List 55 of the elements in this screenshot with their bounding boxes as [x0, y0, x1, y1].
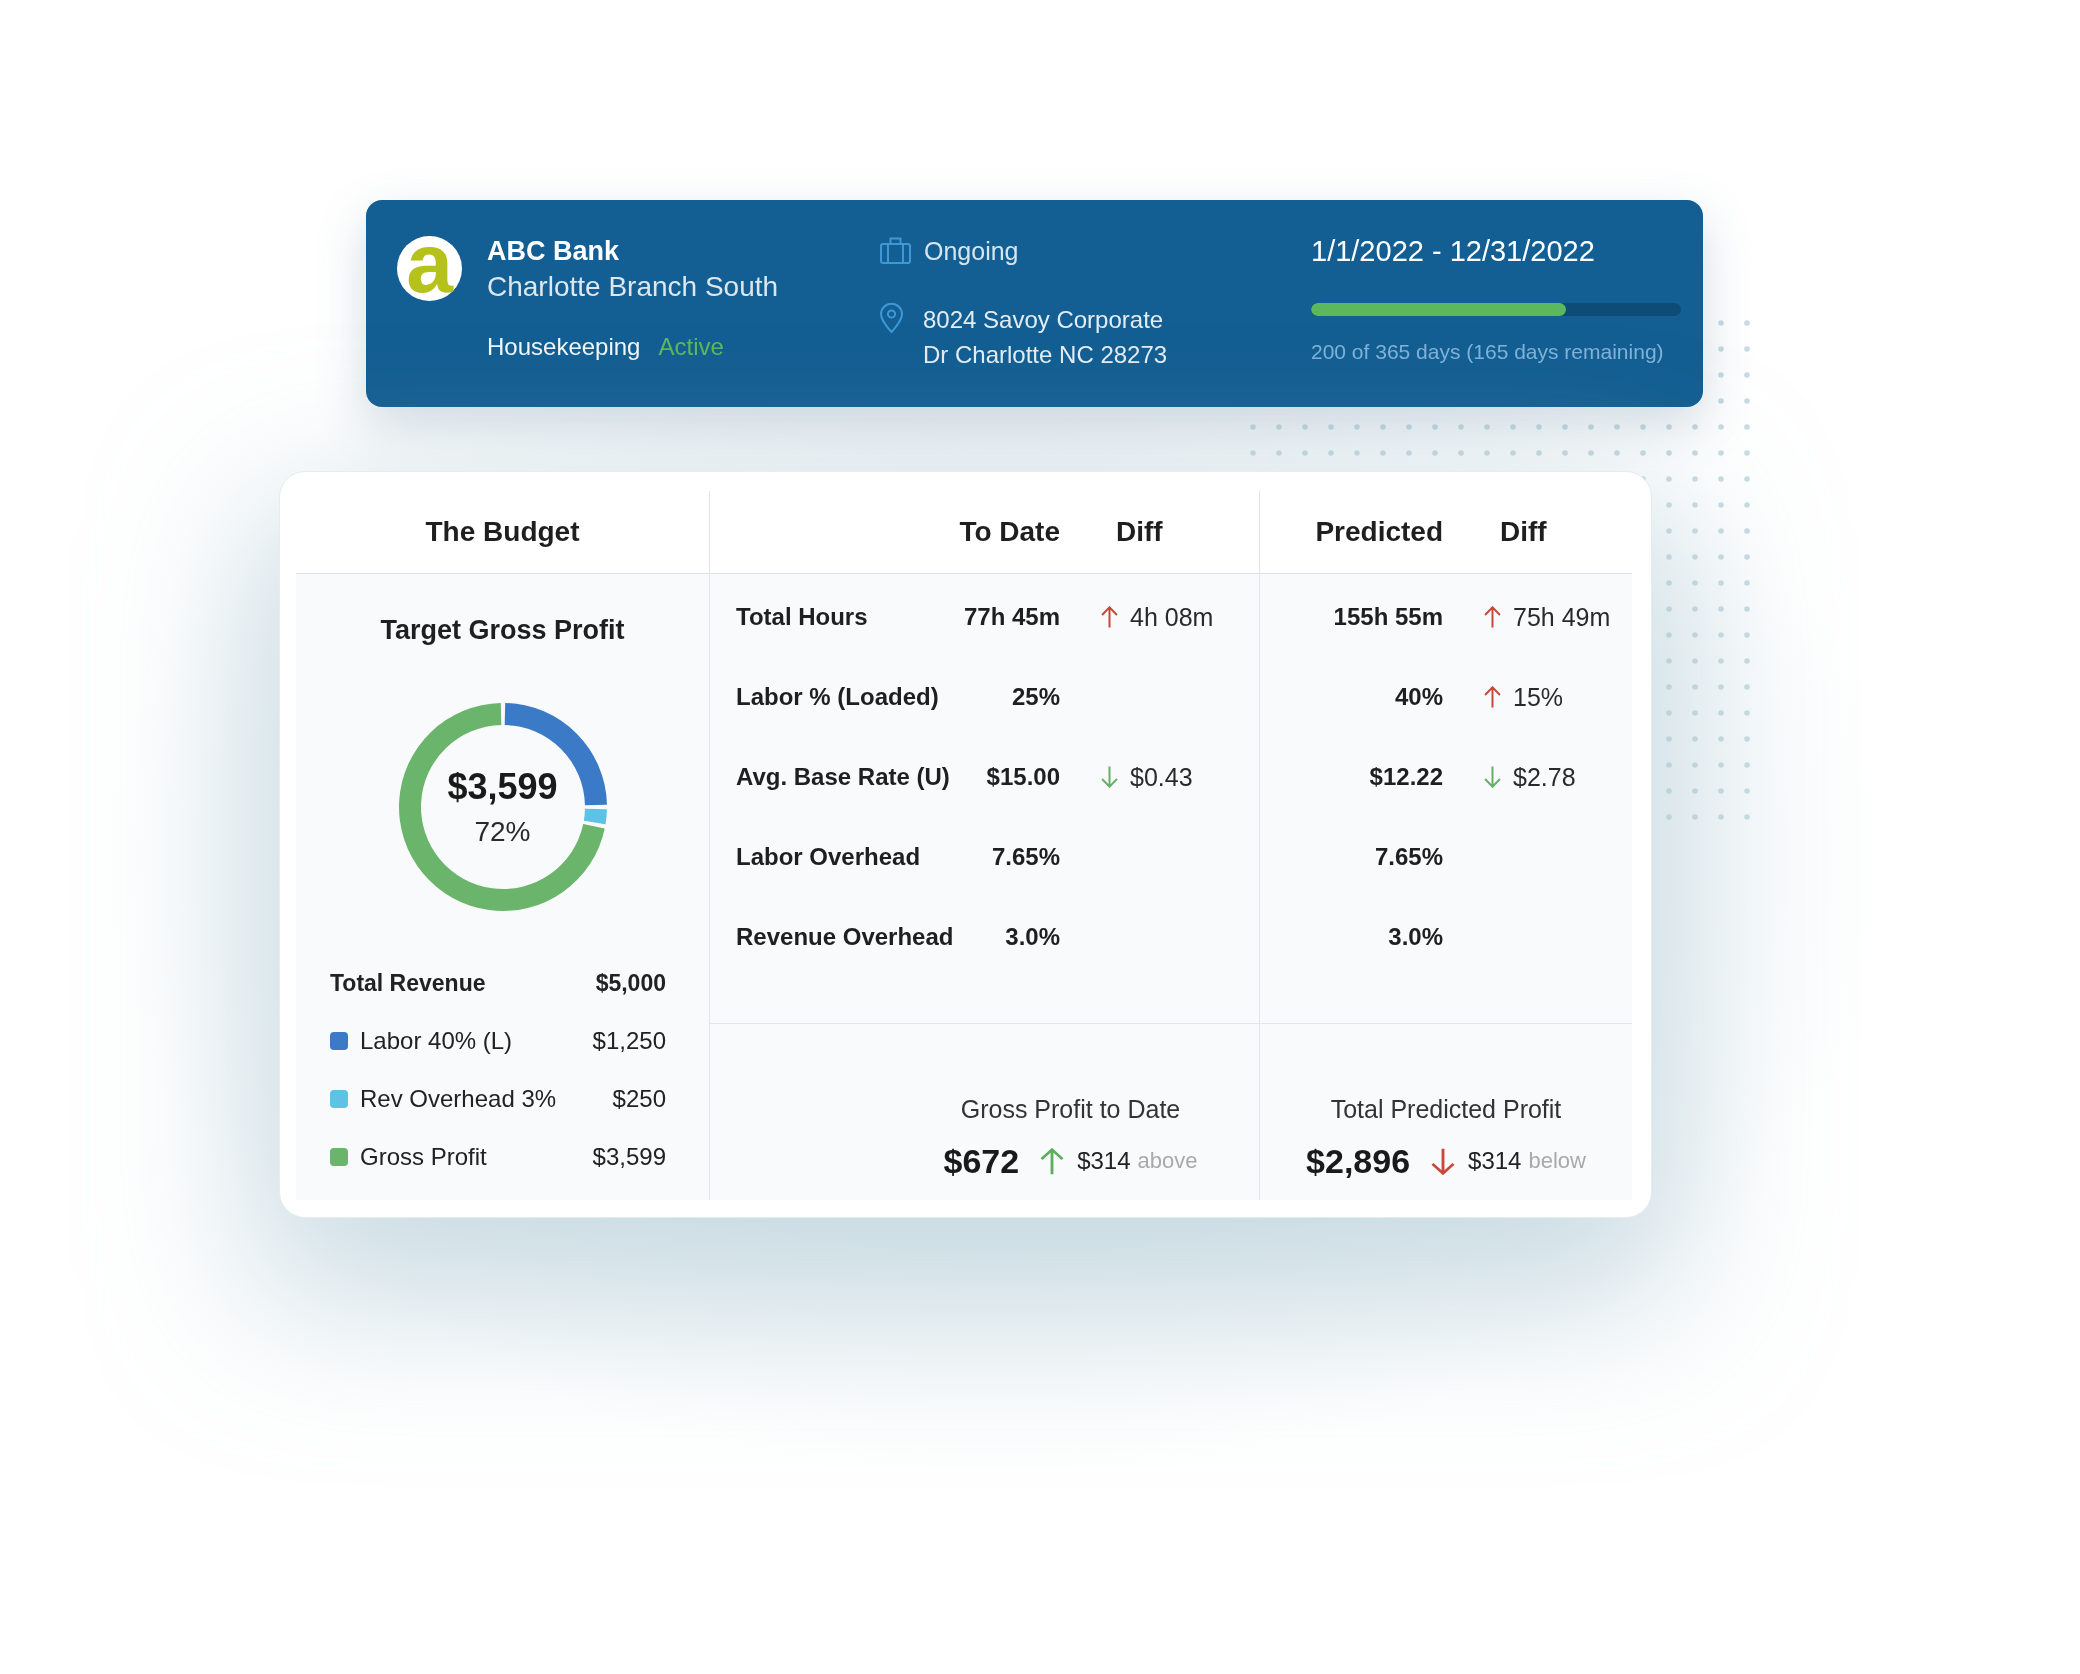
metric-value: $15.00	[986, 763, 1060, 791]
metric-value: 40%	[1394, 683, 1443, 711]
address-text: 8024 Savoy Corporate Dr Charlotte NC 28273	[923, 305, 1169, 370]
department-label: Housekeeping	[487, 333, 641, 361]
change-amount: $314	[1077, 1147, 1131, 1175]
status-label: Active	[658, 333, 724, 361]
total-label: Total Revenue	[330, 969, 486, 997]
diff-value: 75h 49m	[1513, 602, 1611, 632]
metric-value: 3.0%	[1005, 923, 1060, 951]
metric-value: 155h 55m	[1333, 603, 1443, 631]
company-logo: a	[397, 236, 462, 301]
diff-value: 15%	[1513, 682, 1564, 712]
metric-label: Labor Overhead	[736, 843, 921, 871]
chart-title: Target Gross Profit	[380, 614, 625, 646]
legend-label: Gross Profit	[360, 1143, 487, 1171]
metric-value: 7.65%	[1374, 843, 1443, 871]
metric-value: 7.65%	[991, 843, 1060, 871]
summary-title: Gross Profit to Date	[960, 1094, 1181, 1124]
column-header: Diff	[1116, 516, 1163, 548]
summary-amount: $2,896	[1306, 1141, 1411, 1181]
column-header: The Budget	[425, 516, 580, 548]
change-amount: $314	[1468, 1147, 1522, 1175]
donut-center-amount: $3,599	[447, 765, 558, 809]
column-header: Predicted	[1315, 516, 1443, 548]
metric-label: Total Hours	[736, 603, 868, 631]
legend-amount: $3,599	[592, 1143, 666, 1171]
metric-value: $12.22	[1369, 763, 1443, 791]
legend-label: Rev Overhead 3%	[360, 1085, 557, 1113]
metric-label: Labor % (Loaded)	[736, 683, 939, 711]
metric-value: 3.0%	[1388, 923, 1443, 951]
legend-amount: $250	[612, 1085, 666, 1113]
column-header: To Date	[959, 516, 1060, 548]
legend-label: Labor 40% (L)	[360, 1027, 513, 1055]
summary-title: Total Predicted Profit	[1330, 1094, 1562, 1124]
summary-amount: $672	[943, 1141, 1020, 1181]
branch-name: Charlotte Branch South	[487, 270, 780, 304]
briefcase-icon	[880, 237, 911, 264]
change-note: above	[1137, 1148, 1198, 1174]
metric-label: Avg. Base Rate (U)	[736, 763, 950, 791]
metric-value: 77h 45m	[963, 603, 1060, 631]
progress-caption: 200 of 365 days (165 days remaining)	[1311, 339, 1665, 365]
column-header: Diff	[1500, 516, 1547, 548]
project-status: Ongoing	[924, 236, 1019, 267]
diff-value: $2.78	[1513, 762, 1576, 792]
change-note: below	[1528, 1148, 1586, 1174]
date-range: 1/1/2022 - 12/31/2022	[1311, 234, 1596, 269]
metric-value: 25%	[1011, 683, 1060, 711]
metric-label: Revenue Overhead	[736, 923, 954, 951]
legend-amount: $1,250	[592, 1027, 666, 1055]
diff-value: 4h 08m	[1130, 602, 1214, 632]
donut-center-percent: 72%	[474, 815, 531, 849]
diff-value: $0.43	[1130, 762, 1193, 792]
location-pin-icon	[880, 303, 903, 333]
total-amount: $5,000	[595, 969, 666, 997]
company-name: ABC Bank	[487, 235, 621, 268]
